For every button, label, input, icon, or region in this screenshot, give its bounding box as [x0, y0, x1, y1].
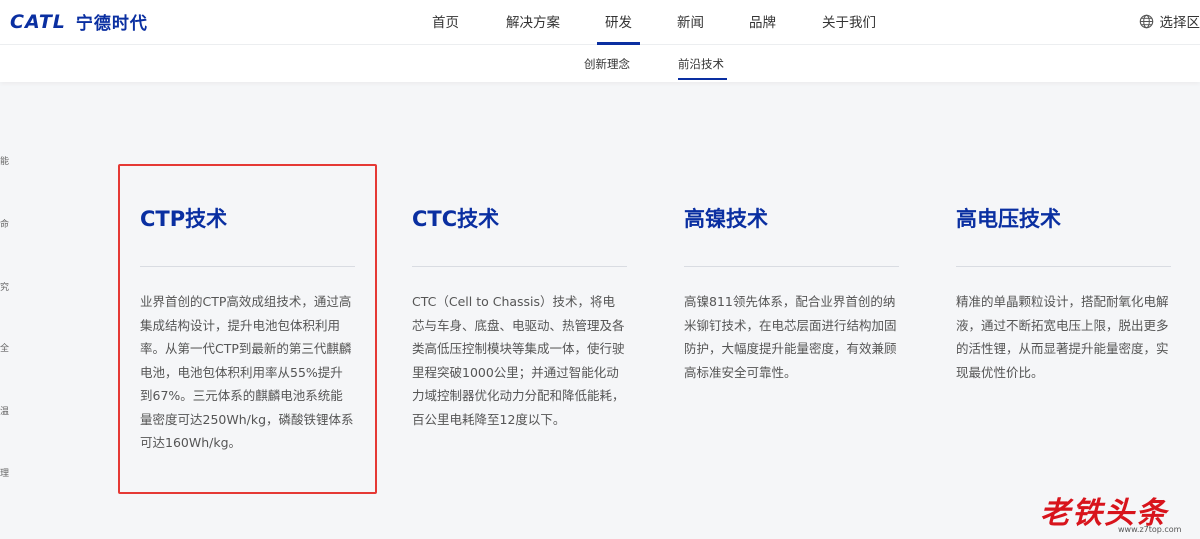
- nav-item-home[interactable]: 首页: [432, 11, 459, 31]
- card-description: 高镍811领先体系，配合业界首创的纳米铆钉技术，在电芯层面进行结构加固防护，大幅…: [684, 294, 897, 380]
- language-label: 选择区: [1159, 15, 1200, 31]
- side-nav-item[interactable]: 全: [0, 341, 9, 354]
- nav-item-brand[interactable]: 品牌: [749, 11, 776, 31]
- tech-card-high-voltage: 高电压技术 精准的单晶颗粒设计，搭配耐氧化电解液，通过不断拓宽电压上限，脱出更多…: [956, 165, 1200, 490]
- nav-item-news[interactable]: 新闻: [677, 11, 704, 31]
- highlight-box: [118, 164, 377, 494]
- card-divider: [684, 266, 899, 267]
- subnav-item-innovation[interactable]: 创新理念: [584, 56, 630, 72]
- side-nav-item[interactable]: 理: [0, 466, 9, 479]
- watermark-logo: 老铁头条 www.z7top.com: [1038, 488, 1198, 538]
- logo-text-en: CATL: [10, 10, 66, 33]
- subnav-active-indicator: [678, 78, 727, 80]
- card-description: 精准的单晶颗粒设计，搭配耐氧化电解液，通过不断拓宽电压上限，脱出更多的活性锂，从…: [956, 294, 1169, 380]
- tech-card-ctc: CTC技术 CTC（Cell to Chassis）技术，将电芯与车身、底盘、电…: [412, 165, 667, 490]
- card-description: CTC（Cell to Chassis）技术，将电芯与车身、底盘、电驱动、热管理…: [412, 294, 625, 427]
- card-title: CTC技术: [412, 207, 500, 231]
- side-nav-item[interactable]: 命: [0, 217, 9, 230]
- subnav-item-frontier-tech[interactable]: 前沿技术: [678, 56, 724, 72]
- globe-icon: [1139, 14, 1153, 28]
- card-divider: [412, 266, 627, 267]
- top-navbar: CATL 宁德时代 首页 解决方案 研发 新闻 品牌 关于我们 选择区: [0, 0, 1200, 45]
- card-title: 高镍技术: [684, 207, 768, 231]
- side-nav-item[interactable]: 温: [0, 404, 9, 417]
- watermark-url: www.z7top.com: [1118, 525, 1182, 534]
- sub-navbar: 创新理念 前沿技术: [0, 45, 1200, 82]
- side-nav-item[interactable]: 能: [0, 154, 9, 167]
- side-nav-item[interactable]: 究: [0, 280, 9, 293]
- tech-card-high-nickel: 高镍技术 高镍811领先体系，配合业界首创的纳米铆钉技术，在电芯层面进行结构加固…: [684, 165, 939, 490]
- language-selector[interactable]: 选择区: [1139, 11, 1200, 31]
- nav-item-rnd[interactable]: 研发: [605, 11, 632, 31]
- logo-text-cn: 宁德时代: [75, 14, 148, 34]
- card-title: 高电压技术: [956, 207, 1061, 231]
- catl-logo[interactable]: CATL 宁德时代: [10, 9, 148, 35]
- card-divider: [956, 266, 1171, 267]
- nav-item-solutions[interactable]: 解决方案: [506, 11, 560, 31]
- nav-item-about[interactable]: 关于我们: [822, 11, 876, 31]
